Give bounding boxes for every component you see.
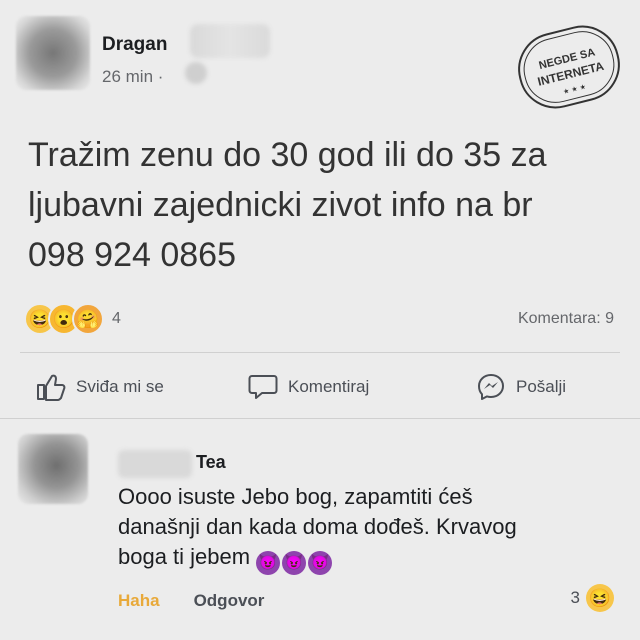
post-reactions[interactable]: 😆 😮 🤗 4 — [24, 303, 121, 335]
comment-label: Komentiraj — [288, 377, 370, 396]
post-action-bar: Sviđa mi se Komentiraj Pošalji — [0, 365, 640, 409]
devil-emoji-icon: 😈 — [282, 550, 307, 575]
divider — [20, 352, 620, 353]
devil-emoji-icon: 😈 — [256, 550, 281, 575]
comment-bubble-icon — [248, 375, 278, 399]
care-emoji-icon: 🤗 — [72, 303, 104, 335]
reply-link[interactable]: Odgovor — [194, 591, 265, 611]
divider — [0, 418, 640, 419]
commenter-avatar-blurred[interactable] — [18, 434, 88, 504]
privacy-icon-blurred — [185, 62, 207, 84]
comment-actions: Haha Odgovor — [118, 588, 264, 614]
comment-author-name[interactable]: Tea — [196, 452, 226, 473]
comment-reaction-summary[interactable]: 3 😆 — [571, 584, 614, 612]
devil-emoji-icon: 😈 — [308, 550, 333, 575]
comments-count-link[interactable]: Komentara: 9 — [518, 310, 614, 328]
share-label: Pošalji — [516, 377, 567, 396]
thumbs-up-icon — [37, 374, 66, 401]
svg-text:★ ★ ★: ★ ★ ★ — [562, 83, 587, 96]
post-timestamp[interactable]: 26 min · — [102, 67, 163, 87]
haha-emoji-icon: 😆 — [586, 584, 614, 612]
author-surname-blur — [190, 24, 270, 58]
haha-reaction-link[interactable]: Haha — [118, 591, 160, 611]
devil-emojis: 😈 😈 😈 — [256, 550, 334, 575]
like-button[interactable]: Sviđa mi se — [36, 365, 164, 409]
post-author-name[interactable]: Dragan — [102, 34, 167, 56]
comment-button[interactable]: Komentiraj — [248, 365, 369, 409]
post-body-text: Tražim zenu do 30 god ili do 35 za ljuba… — [28, 136, 547, 274]
reaction-count: 4 — [112, 310, 121, 327]
messenger-icon — [478, 374, 504, 400]
like-label: Sviđa mi se — [76, 377, 164, 396]
comment-body: Oooo isuste Jebo bog, zapamtiti ćeš dana… — [118, 482, 608, 575]
author-avatar-blurred[interactable] — [16, 16, 90, 90]
commenter-surname-blur — [118, 450, 192, 478]
facebook-post: Dragan 26 min · NEGDE SA INTERNETA ★ ★ ★… — [0, 0, 640, 640]
comment-reaction-count: 3 — [570, 588, 580, 607]
share-button[interactable]: Pošalji — [476, 365, 566, 409]
negde-sa-interneta-stamp: NEGDE SA INTERNETA ★ ★ ★ — [518, 25, 620, 109]
